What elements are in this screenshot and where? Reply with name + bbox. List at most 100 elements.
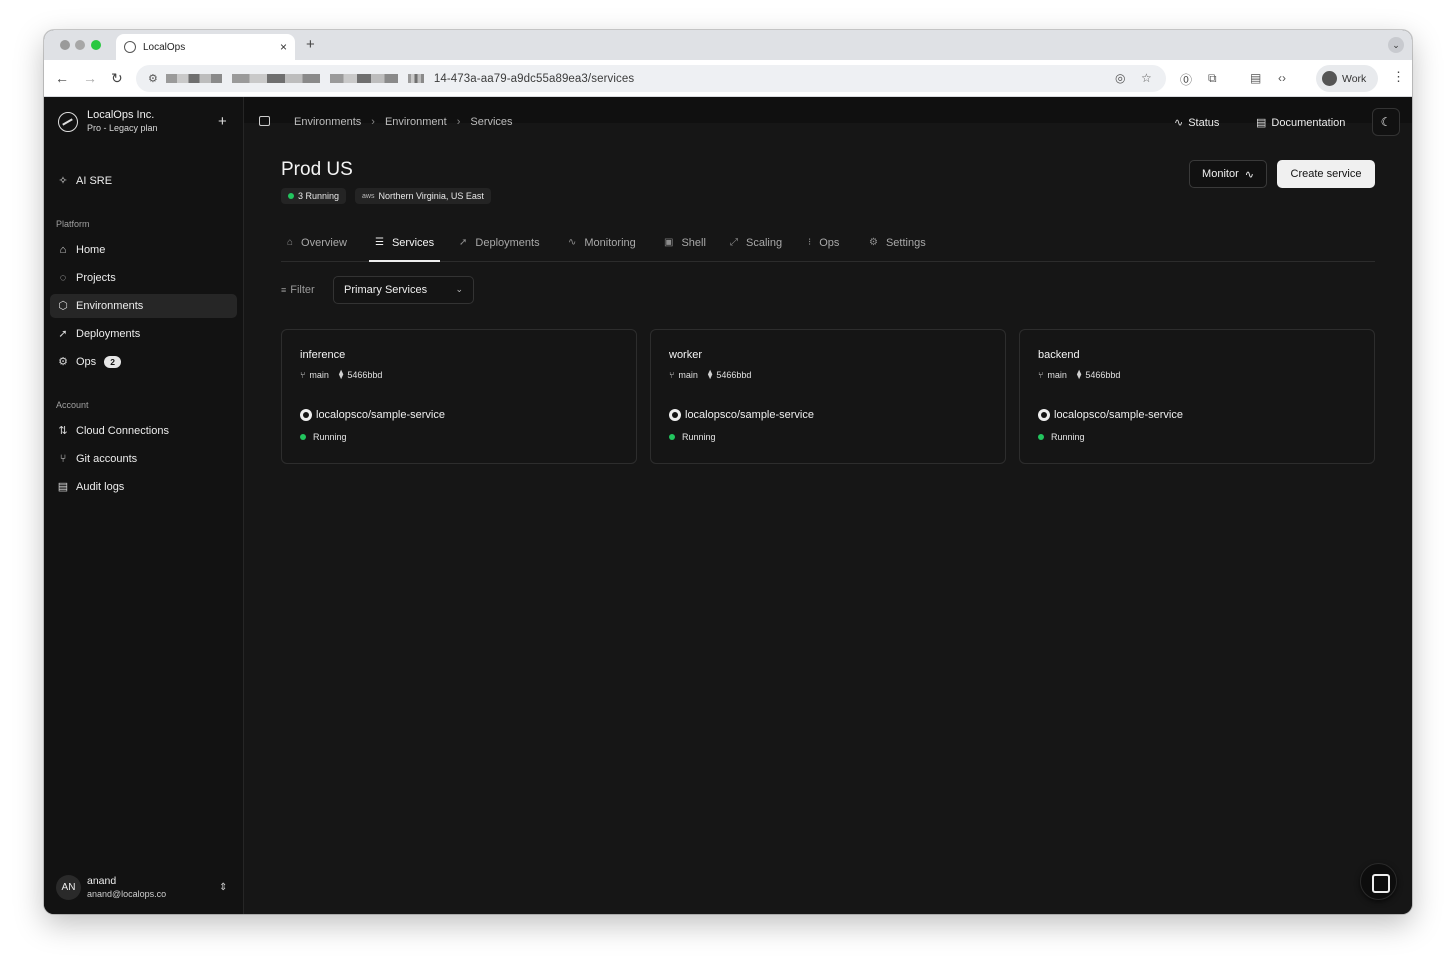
service-filter-select[interactable]: Primary Services ⌄: [333, 276, 474, 304]
extensions-icon[interactable]: ⧉: [1208, 71, 1217, 86]
service-repo-link[interactable]: localopsco/sample-service: [669, 409, 814, 421]
service-status: Running: [669, 432, 716, 442]
tab-monitoring[interactable]: ∿ Monitoring: [562, 237, 642, 262]
service-repo-link[interactable]: localopsco/sample-service: [1038, 409, 1183, 421]
service-branch: main: [678, 369, 698, 380]
documentation-label: Documentation: [1271, 116, 1346, 129]
avatar: [1322, 71, 1337, 86]
user-menu[interactable]: AN anand anand@localops.co: [56, 875, 166, 900]
sidebar-item-label: Home: [76, 244, 106, 256]
add-icon[interactable]: +: [218, 113, 227, 130]
region-badge-text: Northern Virginia, US East: [378, 191, 484, 201]
service-commit: 5466bbd: [716, 369, 752, 380]
environment-tabs: ⌂ Overview ☰ Services ➚ Deployments ∿ Mo…: [281, 237, 1375, 262]
chevron-right-icon: ›: [456, 116, 461, 128]
tab-label: Deployments: [475, 237, 540, 249]
password-manager-icon[interactable]: ⓪: [1180, 71, 1192, 88]
avatar: AN: [56, 875, 81, 900]
close-window-button[interactable]: [60, 40, 70, 50]
maximize-window-button[interactable]: [91, 40, 101, 50]
browser-tabbar: LocalOps × + ⌄: [44, 30, 1412, 60]
tab-overview[interactable]: ⌂ Overview: [281, 237, 353, 262]
tab-search-icon[interactable]: ⌄: [1388, 37, 1404, 53]
breadcrumb: Environments › Environment › Services: [294, 116, 513, 128]
minimize-window-button[interactable]: [75, 40, 85, 50]
sidebar-item-audit-logs[interactable]: ▤ Audit logs: [50, 475, 237, 499]
github-icon: [1038, 409, 1050, 421]
forward-icon[interactable]: →: [83, 70, 97, 86]
reload-icon[interactable]: ↻: [111, 70, 123, 87]
service-meta: ⑂ main ⧫ 5466bbd: [300, 369, 382, 380]
browser-toolbar: ← → ↻ ⚙ 14-473a-aa79-a9dc55a89ea3/servic…: [44, 60, 1412, 97]
breadcrumb-environments[interactable]: Environments: [294, 116, 361, 128]
tab-settings[interactable]: ⚙ Settings: [863, 237, 932, 262]
browser-tab[interactable]: LocalOps ×: [116, 34, 295, 60]
sidebar-item-label: Deployments: [76, 328, 141, 340]
service-status-text: Running: [313, 432, 347, 442]
tab-label: Services: [391, 237, 435, 249]
sidebar-item-deployments[interactable]: ➚ Deployments: [50, 322, 237, 346]
tab-services[interactable]: ☰ Services: [369, 237, 441, 262]
more-menu-icon[interactable]: ⋮: [1392, 69, 1405, 85]
close-tab-icon[interactable]: ×: [280, 40, 287, 54]
eye-off-icon[interactable]: ◎: [1115, 71, 1125, 85]
new-tab-icon[interactable]: +: [306, 36, 315, 53]
back-icon[interactable]: ←: [55, 70, 69, 86]
projects-icon: ◌: [59, 272, 67, 284]
document-icon: ▤: [1256, 117, 1267, 129]
org-name: LocalOps Inc.: [87, 109, 155, 121]
sidebar-item-projects[interactable]: ◌ Projects: [50, 266, 237, 290]
service-repo-link[interactable]: localopsco/sample-service: [300, 409, 445, 421]
sidebar-item-environments[interactable]: ⬡ Environments: [50, 294, 237, 318]
running-badge-text: 3 Running: [298, 191, 340, 201]
sidebar-item-home[interactable]: ⌂ Home: [50, 238, 237, 262]
service-repo: localopsco/sample-service: [1054, 409, 1183, 421]
org-switcher[interactable]: LocalOps Inc. Pro - Legacy plan: [58, 109, 158, 135]
status-label: Status: [1188, 116, 1220, 129]
github-icon: [669, 409, 681, 421]
theme-toggle-button[interactable]: ☾: [1372, 108, 1400, 136]
git-commit-icon: ⧫: [1076, 369, 1082, 379]
filter-label-text: Filter: [290, 284, 315, 296]
site-settings-icon[interactable]: ⚙: [148, 72, 158, 85]
sidebar-item-ops[interactable]: ⚙ Ops 2: [50, 350, 237, 374]
sidebar-item-label: Git accounts: [76, 453, 138, 465]
status-dot-icon: [300, 434, 306, 440]
sidebar-item-ai-sre[interactable]: ✧ AI SRE: [50, 169, 237, 193]
chevron-down-icon: ⌄: [455, 284, 463, 294]
sidebar-toggle-icon[interactable]: [259, 116, 270, 126]
bookmark-star-icon[interactable]: ☆: [1141, 71, 1152, 85]
service-status: Running: [1038, 432, 1085, 442]
tab-deployments[interactable]: ➚ Deployments: [453, 237, 546, 262]
aws-icon: aws: [362, 192, 375, 200]
chat-support-button[interactable]: [1360, 863, 1397, 900]
tab-shell[interactable]: ▣ Shell: [658, 237, 712, 262]
git-branch-icon: ⑂: [59, 453, 67, 465]
git-branch-icon: ⑂: [300, 369, 306, 380]
documentation-link[interactable]: ▤ Documentation: [1256, 116, 1346, 130]
service-card-backend[interactable]: backend ⑂ main ⧫ 5466bbd localopsco/samp…: [1019, 329, 1375, 464]
devtools-icon[interactable]: ‹›: [1278, 71, 1286, 85]
profile-button[interactable]: Work: [1316, 65, 1378, 92]
service-card-inference[interactable]: inference ⑂ main ⧫ 5466bbd localopsco/sa…: [281, 329, 637, 464]
redacted-url-part: [407, 74, 424, 83]
create-service-button[interactable]: Create service: [1277, 160, 1375, 188]
sidebar-item-cloud-connections[interactable]: ⇅ Cloud Connections: [50, 419, 237, 443]
breadcrumb-environment[interactable]: Environment: [385, 116, 447, 128]
user-name: anand: [87, 875, 117, 887]
scaling-icon: ⤢: [730, 237, 738, 248]
activity-icon: ∿: [1244, 168, 1254, 181]
address-bar[interactable]: ⚙ 14-473a-aa79-a9dc55a89ea3/services: [136, 65, 1166, 92]
git-branch-icon: ⑂: [1038, 369, 1044, 380]
tab-ops[interactable]: ⁝ Ops: [802, 237, 845, 262]
monitor-button[interactable]: Monitor ∿: [1189, 160, 1267, 188]
favicon-icon: [124, 41, 136, 53]
reading-list-icon[interactable]: ▤: [1250, 71, 1261, 85]
chevron-up-down-icon[interactable]: ⇕: [219, 882, 227, 893]
tab-scaling[interactable]: ⤢ Scaling: [724, 237, 788, 262]
status-link[interactable]: ∿ Status: [1174, 116, 1220, 130]
tab-label: Monitoring: [584, 237, 636, 249]
region-badge: aws Northern Virginia, US East: [355, 188, 491, 204]
sidebar-item-git-accounts[interactable]: ⑂ Git accounts: [50, 447, 237, 471]
service-card-worker[interactable]: worker ⑂ main ⧫ 5466bbd localopsco/sampl…: [650, 329, 1006, 464]
